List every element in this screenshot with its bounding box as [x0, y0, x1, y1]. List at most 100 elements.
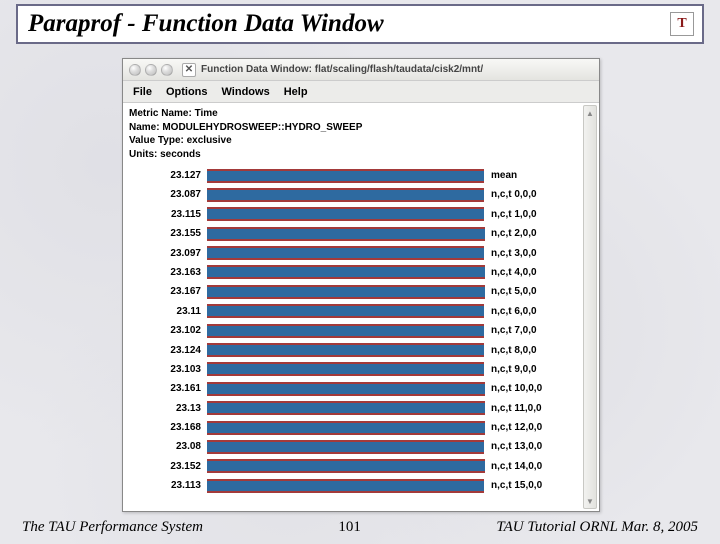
bar-track	[207, 459, 485, 473]
bar-label: n,c,t 4,0,0	[485, 267, 537, 278]
meta-name: Name: MODULEHYDROSWEEP::HYDRO_SWEEP	[129, 121, 593, 135]
bar-track	[207, 227, 485, 241]
bar-label: n,c,t 6,0,0	[485, 306, 537, 317]
metadata-block: Metric Name: Time Name: MODULEHYDROSWEEP…	[129, 107, 593, 161]
bar-fill	[207, 265, 485, 279]
bar-value: 23.11	[129, 306, 207, 317]
bar-row[interactable]: 23.13 n,c,t 11,0,0	[129, 400, 593, 417]
footer-page: 101	[338, 519, 361, 536]
bar-fill	[207, 304, 484, 318]
bar-value: 23.103	[129, 364, 207, 375]
bar-row[interactable]: 23.161 n,c,t 10,0,0	[129, 380, 593, 397]
bar-label: n,c,t 11,0,0	[485, 403, 542, 414]
meta-units: Units: seconds	[129, 148, 593, 162]
bar-row[interactable]: 23.115n,c,t 1,0,0	[129, 206, 593, 223]
function-data-window: ✕ Function Data Window: flat/scaling/fla…	[122, 58, 600, 512]
bar-label: n,c,t 5,0,0	[485, 286, 537, 297]
bar-row[interactable]: 23.155 n,c,t 2,0,0	[129, 225, 593, 242]
bar-track	[207, 343, 485, 357]
slide-footer: The TAU Performance System 101 TAU Tutor…	[0, 519, 720, 536]
bar-value: 23.113	[129, 480, 207, 491]
bar-value: 23.152	[129, 461, 207, 472]
footer-left: The TAU Performance System	[22, 519, 203, 536]
bar-label: mean	[485, 170, 517, 181]
scroll-up-icon[interactable]: ▲	[584, 106, 596, 120]
bar-value: 23.08	[129, 441, 207, 452]
slide-title: Paraprof - Function Data Window	[28, 10, 384, 38]
bar-list: 23.127mean23.087n,c,t 0,0,023.115n,c,t 1…	[129, 167, 593, 494]
bar-fill	[207, 421, 485, 435]
zoom-light-icon[interactable]	[161, 64, 173, 76]
bar-track	[207, 401, 485, 415]
vertical-scrollbar[interactable]: ▲ ▼	[583, 105, 597, 509]
slide-title-box: Paraprof - Function Data Window T	[16, 4, 704, 44]
bar-label: n,c,t 12,0,0	[485, 422, 542, 433]
bar-value: 23.102	[129, 325, 207, 336]
bar-value: 23.087	[129, 189, 207, 200]
bar-track	[207, 169, 485, 183]
bar-row[interactable]: 23.167 n,c,t 5,0,0	[129, 283, 593, 300]
bar-fill	[207, 246, 484, 260]
bar-label: n,c,t 3,0,0	[485, 248, 537, 259]
menu-windows[interactable]: Windows	[222, 86, 270, 98]
bar-row[interactable]: 23.097 n,c,t 3,0,0	[129, 245, 593, 262]
bar-value: 23.161	[129, 383, 207, 394]
bar-track	[207, 265, 485, 279]
bar-row[interactable]: 23.124 n,c,t 8,0,0	[129, 342, 593, 359]
meta-value-type: Value Type: exclusive	[129, 134, 593, 148]
bar-fill	[207, 459, 485, 473]
bar-track	[207, 324, 485, 338]
close-icon[interactable]: ✕	[182, 63, 196, 77]
bar-row[interactable]: 23.113 n,c,t 15,0,0	[129, 477, 593, 494]
bar-label: n,c,t 10,0,0	[485, 383, 542, 394]
bar-track	[207, 362, 485, 376]
bar-row[interactable]: 23.103 n,c,t 9,0,0	[129, 361, 593, 378]
bar-track	[207, 440, 485, 454]
bar-label: n,c,t 15,0,0	[485, 480, 542, 491]
bar-row[interactable]: 23.163 n,c,t 4,0,0	[129, 264, 593, 281]
bar-value: 23.115	[129, 209, 207, 220]
scroll-down-icon[interactable]: ▼	[584, 494, 596, 508]
bar-label: n,c,t 2,0,0	[485, 228, 537, 239]
bar-row[interactable]: 23.102n,c,t 7,0,0	[129, 322, 593, 339]
window-title: Function Data Window: flat/scaling/flash…	[201, 64, 483, 75]
meta-metric: Metric Name: Time	[129, 107, 593, 121]
tau-logo: T	[670, 12, 694, 36]
bar-fill	[207, 362, 484, 376]
bar-track	[207, 421, 485, 435]
bar-row[interactable]: 23.11 n,c,t 6,0,0	[129, 303, 593, 320]
bar-fill	[207, 285, 485, 299]
bar-label: n,c,t 13,0,0	[485, 441, 542, 452]
bar-fill	[207, 401, 485, 415]
bar-row[interactable]: 23.087n,c,t 0,0,0	[129, 186, 593, 203]
bar-label: n,c,t 14,0,0	[485, 461, 542, 472]
bar-track	[207, 246, 485, 260]
bar-fill	[207, 324, 484, 338]
bar-fill	[207, 207, 484, 221]
window-titlebar[interactable]: ✕ Function Data Window: flat/scaling/fla…	[123, 59, 599, 81]
bar-row[interactable]: 23.08 n,c,t 13,0,0	[129, 438, 593, 455]
menu-options[interactable]: Options	[166, 86, 208, 98]
bar-track	[207, 207, 485, 221]
bar-value: 23.13	[129, 403, 207, 414]
bar-fill	[207, 227, 485, 241]
bar-label: n,c,t 9,0,0	[485, 364, 537, 375]
bar-label: n,c,t 8,0,0	[485, 345, 537, 356]
bar-fill	[207, 440, 484, 454]
bar-value: 23.124	[129, 345, 207, 356]
bar-value: 23.167	[129, 286, 207, 297]
menu-help[interactable]: Help	[284, 86, 308, 98]
menu-file[interactable]: File	[133, 86, 152, 98]
bar-value: 23.155	[129, 228, 207, 239]
bar-fill	[207, 343, 484, 357]
bar-fill	[207, 479, 484, 493]
bar-row[interactable]: 23.152 n,c,t 14,0,0	[129, 458, 593, 475]
minimize-light-icon[interactable]	[145, 64, 157, 76]
bar-value: 23.097	[129, 248, 207, 259]
bar-row[interactable]: 23.168n,c,t 12,0,0	[129, 419, 593, 436]
menubar: File Options Windows Help	[123, 81, 599, 103]
bar-fill	[207, 188, 484, 202]
bar-value: 23.163	[129, 267, 207, 278]
bar-row[interactable]: 23.127mean	[129, 167, 593, 184]
close-light-icon[interactable]	[129, 64, 141, 76]
